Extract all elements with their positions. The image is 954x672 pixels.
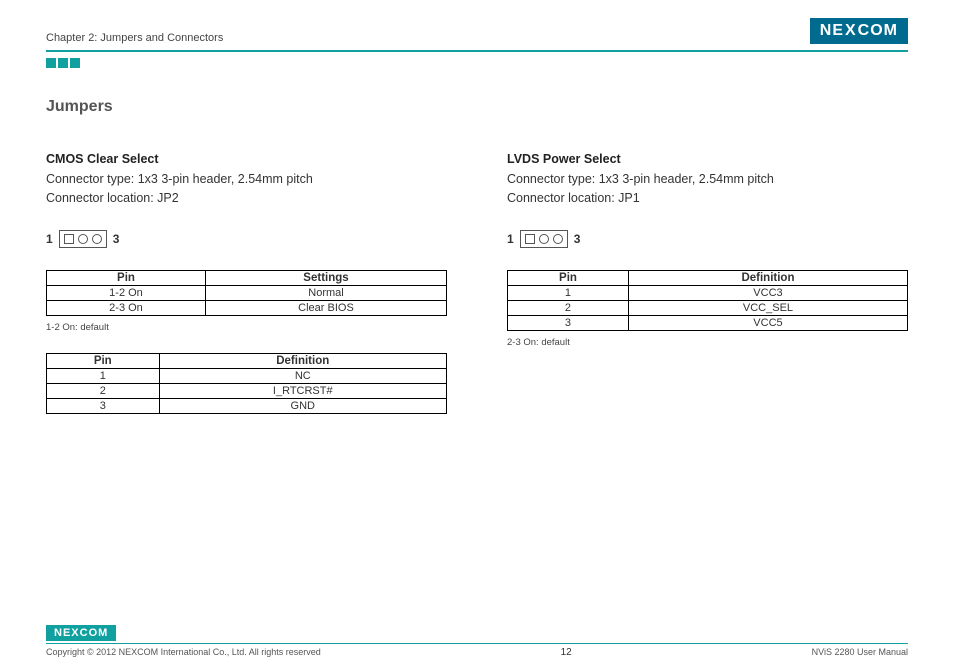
page-number: 12 <box>561 647 572 658</box>
right-column: LVDS Power Select Connector type: 1x3 3-… <box>507 152 908 420</box>
table-row: 1 NC <box>47 368 447 383</box>
pin-2-icon <box>78 234 88 244</box>
diagram-left-num: 1 <box>507 232 514 246</box>
cmos-conn-loc: Connector location: JP2 <box>46 189 447 208</box>
section-title: Jumpers <box>46 98 908 116</box>
pin-1-icon <box>64 234 74 244</box>
th-definition: Definition <box>159 353 446 368</box>
table-row: 3 VCC5 <box>508 315 908 330</box>
lvds-pin-diagram: 1 3 <box>507 230 908 248</box>
th-definition: Definition <box>628 270 907 285</box>
table-row: 3 GND <box>47 398 447 413</box>
diagram-right-num: 3 <box>113 232 120 246</box>
cmos-default-note: 1-2 On: default <box>46 322 447 333</box>
diagram-left-num: 1 <box>46 232 53 246</box>
lvds-conn-type: Connector type: 1x3 3-pin header, 2.54mm… <box>507 170 908 189</box>
pin-body <box>520 230 568 248</box>
pin-body <box>59 230 107 248</box>
cmos-title: CMOS Clear Select <box>46 152 447 166</box>
lvds-default-note: 2-3 On: default <box>507 337 908 348</box>
header-rule <box>46 50 908 52</box>
page-footer: NEXCOM Copyright © 2012 NEXCOM Internati… <box>46 625 908 659</box>
copyright-text: Copyright © 2012 NEXCOM International Co… <box>46 647 321 658</box>
th-pin: Pin <box>47 353 160 368</box>
left-column: CMOS Clear Select Connector type: 1x3 3-… <box>46 152 447 420</box>
cmos-settings-table: Pin Settings 1-2 On Normal 2-3 On Clear … <box>46 270 447 316</box>
th-pin: Pin <box>47 270 206 285</box>
pin-1-icon <box>525 234 535 244</box>
table-row: 1-2 On Normal <box>47 285 447 300</box>
decorative-squares <box>46 58 908 68</box>
footer-rule <box>46 643 908 645</box>
cmos-definition-table: Pin Definition 1 NC 2 I_RTCRST# 3 GND <box>46 353 447 414</box>
th-settings: Settings <box>205 270 446 285</box>
table-row: 1 VCC3 <box>508 285 908 300</box>
pin-2-icon <box>539 234 549 244</box>
cmos-conn-type: Connector type: 1x3 3-pin header, 2.54mm… <box>46 170 447 189</box>
lvds-title: LVDS Power Select <box>507 152 908 166</box>
cmos-pin-diagram: 1 3 <box>46 230 447 248</box>
pin-3-icon <box>553 234 563 244</box>
table-row: 2-3 On Clear BIOS <box>47 300 447 315</box>
table-row: 2 I_RTCRST# <box>47 383 447 398</box>
lvds-conn-loc: Connector location: JP1 <box>507 189 908 208</box>
manual-name: NViS 2280 User Manual <box>812 647 908 658</box>
footer-logo: NEXCOM <box>46 625 116 641</box>
pin-3-icon <box>92 234 102 244</box>
table-row: 2 VCC_SEL <box>508 300 908 315</box>
th-pin: Pin <box>508 270 629 285</box>
chapter-title: Chapter 2: Jumpers and Connectors <box>46 32 223 44</box>
header-logo: NEXCOM <box>810 18 908 44</box>
diagram-right-num: 3 <box>574 232 581 246</box>
lvds-definition-table: Pin Definition 1 VCC3 2 VCC_SEL 3 VCC5 <box>507 270 908 331</box>
